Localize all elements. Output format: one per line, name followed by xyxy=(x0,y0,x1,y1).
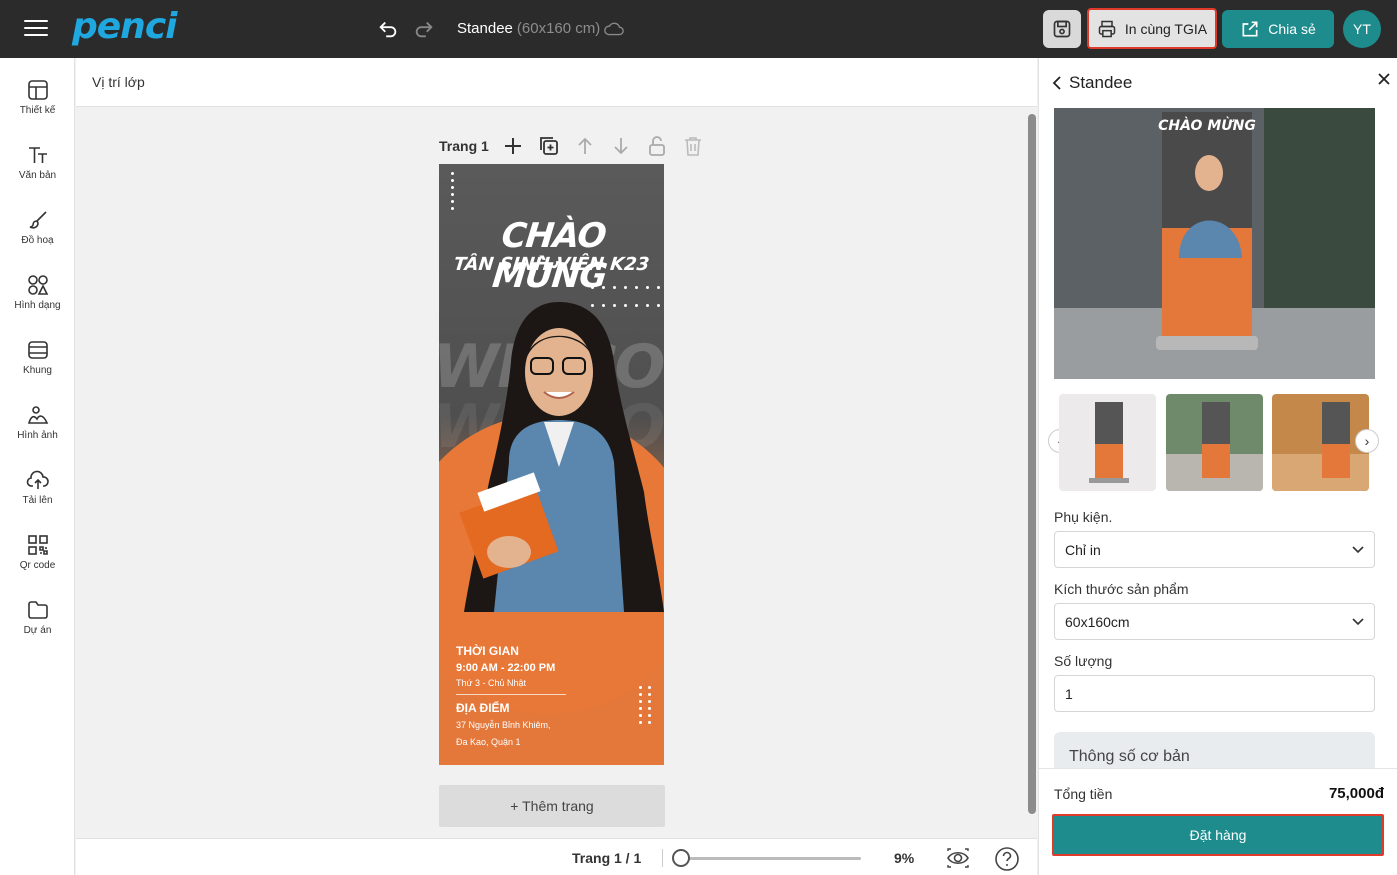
canvas-workspace: Trang 1 CHÀO MỪNG TÂN SINH VIÊN K23 WELC… xyxy=(76,108,1037,838)
time-heading[interactable]: THỜI GIAN xyxy=(456,644,566,658)
divider xyxy=(456,694,566,695)
student-photo[interactable] xyxy=(449,302,664,612)
total-price: 75,000đ xyxy=(1328,785,1384,802)
top-bar: penci Standee (60x160 cm) In cùng TGIA Ch… xyxy=(0,0,1397,58)
document-title[interactable]: Standee (60x160 cm) xyxy=(457,20,600,37)
tool-sidebar: Thiết kế Văn bản Đồ hoạ Hình dạng Khung … xyxy=(0,58,75,875)
preview-eye-icon[interactable] xyxy=(946,847,970,869)
add-page-button[interactable]: + Thêm trang xyxy=(439,785,665,827)
share-button[interactable]: Chia sẻ xyxy=(1222,10,1334,48)
thumbnail-2[interactable] xyxy=(1166,394,1263,491)
folder-icon xyxy=(27,601,48,619)
address-line-1[interactable]: 37 Nguyễn Bỉnh Khiêm, xyxy=(456,718,566,732)
page-toolbar: Trang 1 xyxy=(439,134,705,158)
address-line-2[interactable]: Đa Kao, Quận 1 xyxy=(456,735,566,749)
standee-design-page[interactable]: CHÀO MỪNG TÂN SINH VIÊN K23 WELCOME WELC… xyxy=(439,164,664,765)
redo-icon[interactable] xyxy=(413,18,435,40)
quantity-input[interactable]: 1 xyxy=(1054,675,1375,712)
tool-graphics[interactable]: Đồ hoạ xyxy=(0,188,75,248)
help-icon[interactable] xyxy=(994,846,1020,872)
bottom-bar: Trang 1 / 1 9% xyxy=(76,838,1037,875)
shapes-icon xyxy=(27,275,48,295)
event-info: THỜI GIAN 9:00 AM - 22:00 PM Thứ 3 - Chủ… xyxy=(456,644,566,749)
tool-qr-code[interactable]: Qr code xyxy=(0,513,75,573)
thumbnail-1[interactable] xyxy=(1059,394,1156,491)
workspace-scrollbar[interactable] xyxy=(1028,108,1036,814)
days-value[interactable]: Thứ 3 - Chủ Nhật xyxy=(456,678,566,688)
order-button[interactable]: Đặt hàng xyxy=(1052,814,1384,856)
tool-upload[interactable]: Tải lên xyxy=(0,448,75,508)
unlock-icon[interactable] xyxy=(645,134,669,158)
panel-header: Standee xyxy=(1039,58,1397,108)
svg-text:CHÀO MỪNG: CHÀO MỪNG xyxy=(1158,116,1256,134)
basic-specs-section[interactable]: Thông số cơ bản xyxy=(1054,732,1375,768)
place-heading[interactable]: ĐỊA ĐIỂM xyxy=(456,701,566,715)
zoom-level: 9% xyxy=(894,850,915,866)
zoom-slider-handle[interactable] xyxy=(672,849,690,867)
tool-projects[interactable]: Dự án xyxy=(0,578,75,638)
layout-icon xyxy=(27,80,48,100)
order-footer: Tổng tiền 75,000đ Đặt hàng xyxy=(1039,768,1397,875)
product-preview-image: CHÀO MỪNG xyxy=(1054,108,1375,379)
tool-frame[interactable]: Khung xyxy=(0,318,75,378)
chevron-down-icon xyxy=(1352,618,1364,626)
total-label: Tổng tiền xyxy=(1054,786,1113,802)
chevron-down-icon xyxy=(1352,546,1364,554)
trash-icon[interactable] xyxy=(681,134,705,158)
frame-icon xyxy=(27,341,48,359)
image-icon xyxy=(27,406,48,424)
save-button[interactable] xyxy=(1043,10,1081,48)
standee-subtitle[interactable]: TÂN SINH VIÊN K23 xyxy=(439,254,664,275)
page-label: Trang 1 xyxy=(439,138,489,154)
move-down-icon[interactable] xyxy=(609,134,633,158)
accessory-label: Phụ kiện. xyxy=(1054,509,1113,525)
tool-design[interactable]: Thiết kế xyxy=(0,58,75,118)
upload-cloud-icon xyxy=(26,470,49,489)
save-icon xyxy=(1053,20,1071,38)
back-chevron-icon[interactable] xyxy=(1051,75,1063,91)
cloud-sync-icon xyxy=(604,22,624,36)
product-panel: Standee CHÀO MỪNG ‹ › Phụ kiện. Chỉ in K… xyxy=(1038,58,1397,875)
duplicate-page-icon[interactable] xyxy=(537,134,561,158)
app-logo[interactable]: penci xyxy=(72,6,177,47)
tool-text[interactable]: Văn bản xyxy=(0,123,75,183)
user-avatar[interactable]: YT xyxy=(1343,10,1381,48)
dot-decoration xyxy=(447,168,458,214)
close-icon[interactable] xyxy=(1377,72,1391,86)
panel-title: Standee xyxy=(1069,73,1133,92)
add-icon[interactable] xyxy=(501,134,525,158)
tool-images[interactable]: Hình ảnh xyxy=(0,383,75,443)
brush-icon xyxy=(29,211,47,229)
menu-icon[interactable] xyxy=(24,20,48,38)
time-value[interactable]: 9:00 AM - 22:00 PM xyxy=(456,662,566,674)
page-indicator: Trang 1 / 1 xyxy=(572,850,642,866)
size-select[interactable]: 60x160cm xyxy=(1054,603,1375,640)
dot-decoration xyxy=(644,682,655,728)
size-label: Kích thước sản phẩm xyxy=(1054,581,1189,597)
accessory-select[interactable]: Chỉ in xyxy=(1054,531,1375,568)
tool-shapes[interactable]: Hình dạng xyxy=(0,253,75,313)
qr-code-icon xyxy=(27,535,48,555)
move-up-icon[interactable] xyxy=(573,134,597,158)
printer-icon xyxy=(1098,20,1116,37)
next-image-button[interactable]: › xyxy=(1355,429,1379,453)
divider xyxy=(662,849,663,867)
zoom-slider[interactable] xyxy=(674,857,861,860)
layer-position-label[interactable]: Vị trí lớp xyxy=(92,74,145,90)
undo-icon[interactable] xyxy=(377,18,399,40)
share-icon xyxy=(1242,21,1258,37)
layer-position-bar: Vị trí lớp xyxy=(76,58,1037,107)
text-icon xyxy=(28,147,47,163)
quantity-label: Số lượng xyxy=(1054,653,1113,669)
print-with-tgia-button[interactable]: In cùng TGIA xyxy=(1087,8,1217,49)
